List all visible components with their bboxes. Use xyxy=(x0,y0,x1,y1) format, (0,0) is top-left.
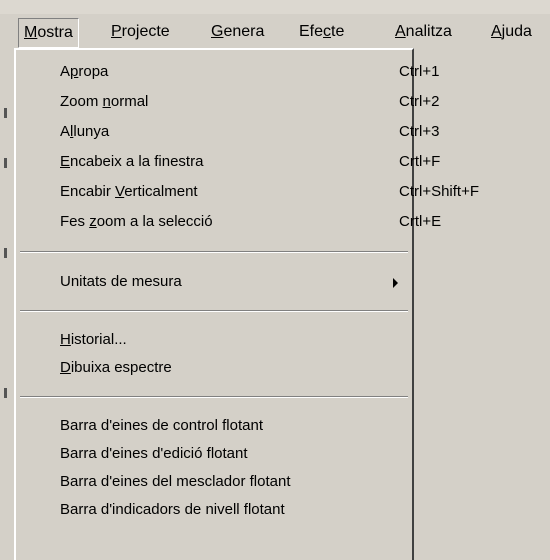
menu-item-label: Barra d'eines de control flotant xyxy=(60,417,263,434)
menu-genera[interactable]: Genera xyxy=(206,18,269,46)
menu-separator xyxy=(20,396,408,398)
menu-projecte[interactable]: Projecte xyxy=(106,18,175,46)
menu-item-zoom-normal[interactable]: Zoom normal Ctrl+2 xyxy=(16,88,439,116)
menu-item-historial[interactable]: Historial... xyxy=(16,326,412,354)
menu-item-label: Fes zoom a la selecció xyxy=(60,213,213,230)
menu-item-label: Encabeix a la finestra xyxy=(60,153,204,170)
menu-item-shortcut: Ctrl+2 xyxy=(399,93,440,110)
background-tick xyxy=(4,248,7,258)
background-tick xyxy=(4,108,7,118)
menu-item-dibuixa-espectre[interactable]: Dibuixa espectre xyxy=(16,354,412,382)
menu-item-label: Apropa xyxy=(60,63,109,80)
menu-item-shortcut: Crtl+E xyxy=(399,213,442,230)
chevron-right-icon xyxy=(393,278,398,288)
menu-separator xyxy=(20,251,408,253)
menu-efecte[interactable]: Efecte xyxy=(294,18,349,46)
mostra-dropdown-menu: Apropa Ctrl+1 Zoom normal Ctrl+2 Allunya… xyxy=(14,48,479,560)
background-window-edge xyxy=(0,48,12,550)
window-top-edge xyxy=(0,0,550,14)
background-tick xyxy=(4,388,7,398)
menu-item-barra-mesclador[interactable]: Barra d'eines del mesclador flotant xyxy=(16,468,412,496)
menu-item-label: Barra d'eines d'edició flotant xyxy=(60,445,248,462)
menu-item-label: Unitats de mesura xyxy=(60,273,182,290)
menu-item-zoom-seleccio[interactable]: Fes zoom a la selecció Crtl+E xyxy=(16,208,441,236)
menu-item-label: Zoom normal xyxy=(60,93,149,110)
menu-item-barra-edicio[interactable]: Barra d'eines d'edició flotant xyxy=(16,440,412,468)
menu-item-shortcut: Ctrl+1 xyxy=(399,63,440,80)
menu-separator xyxy=(20,310,408,312)
menu-bar: Mostra Projecte Genera Efecte Analitza A… xyxy=(0,0,550,48)
menu-item-label: Barra d'eines del mesclador flotant xyxy=(60,473,291,490)
menu-item-label: Encabir Verticalment xyxy=(60,183,198,200)
menu-item-barra-control[interactable]: Barra d'eines de control flotant xyxy=(16,412,412,440)
menu-item-shortcut: Ctrl+3 xyxy=(399,123,440,140)
menu-mostra[interactable]: Mostra xyxy=(18,18,79,48)
menu-ajuda[interactable]: Ajuda xyxy=(486,18,537,46)
menu-item-unitats-mesura[interactable]: Unitats de mesura xyxy=(16,268,412,296)
background-tick xyxy=(4,158,7,168)
menu-item-allunya[interactable]: Allunya Ctrl+3 xyxy=(16,118,439,146)
menu-item-encabeix-finestra[interactable]: Encabeix a la finestra Crtl+F xyxy=(16,148,440,176)
menu-item-apropa[interactable]: Apropa Ctrl+1 xyxy=(16,58,439,86)
menu-item-label: Allunya xyxy=(60,123,110,140)
menu-analitza[interactable]: Analitza xyxy=(390,18,457,46)
menu-item-label: Dibuixa espectre xyxy=(60,359,172,376)
menu-item-encabir-verticalment[interactable]: Encabir Verticalment Ctrl+Shift+F xyxy=(16,178,479,206)
menu-item-label: Historial... xyxy=(60,331,127,348)
menu-item-shortcut: Crtl+F xyxy=(399,153,441,170)
menu-item-shortcut: Ctrl+Shift+F xyxy=(399,183,480,200)
menu-item-barra-indicadors[interactable]: Barra d'indicadors de nivell flotant xyxy=(16,496,412,524)
menu-item-label: Barra d'indicadors de nivell flotant xyxy=(60,501,285,518)
